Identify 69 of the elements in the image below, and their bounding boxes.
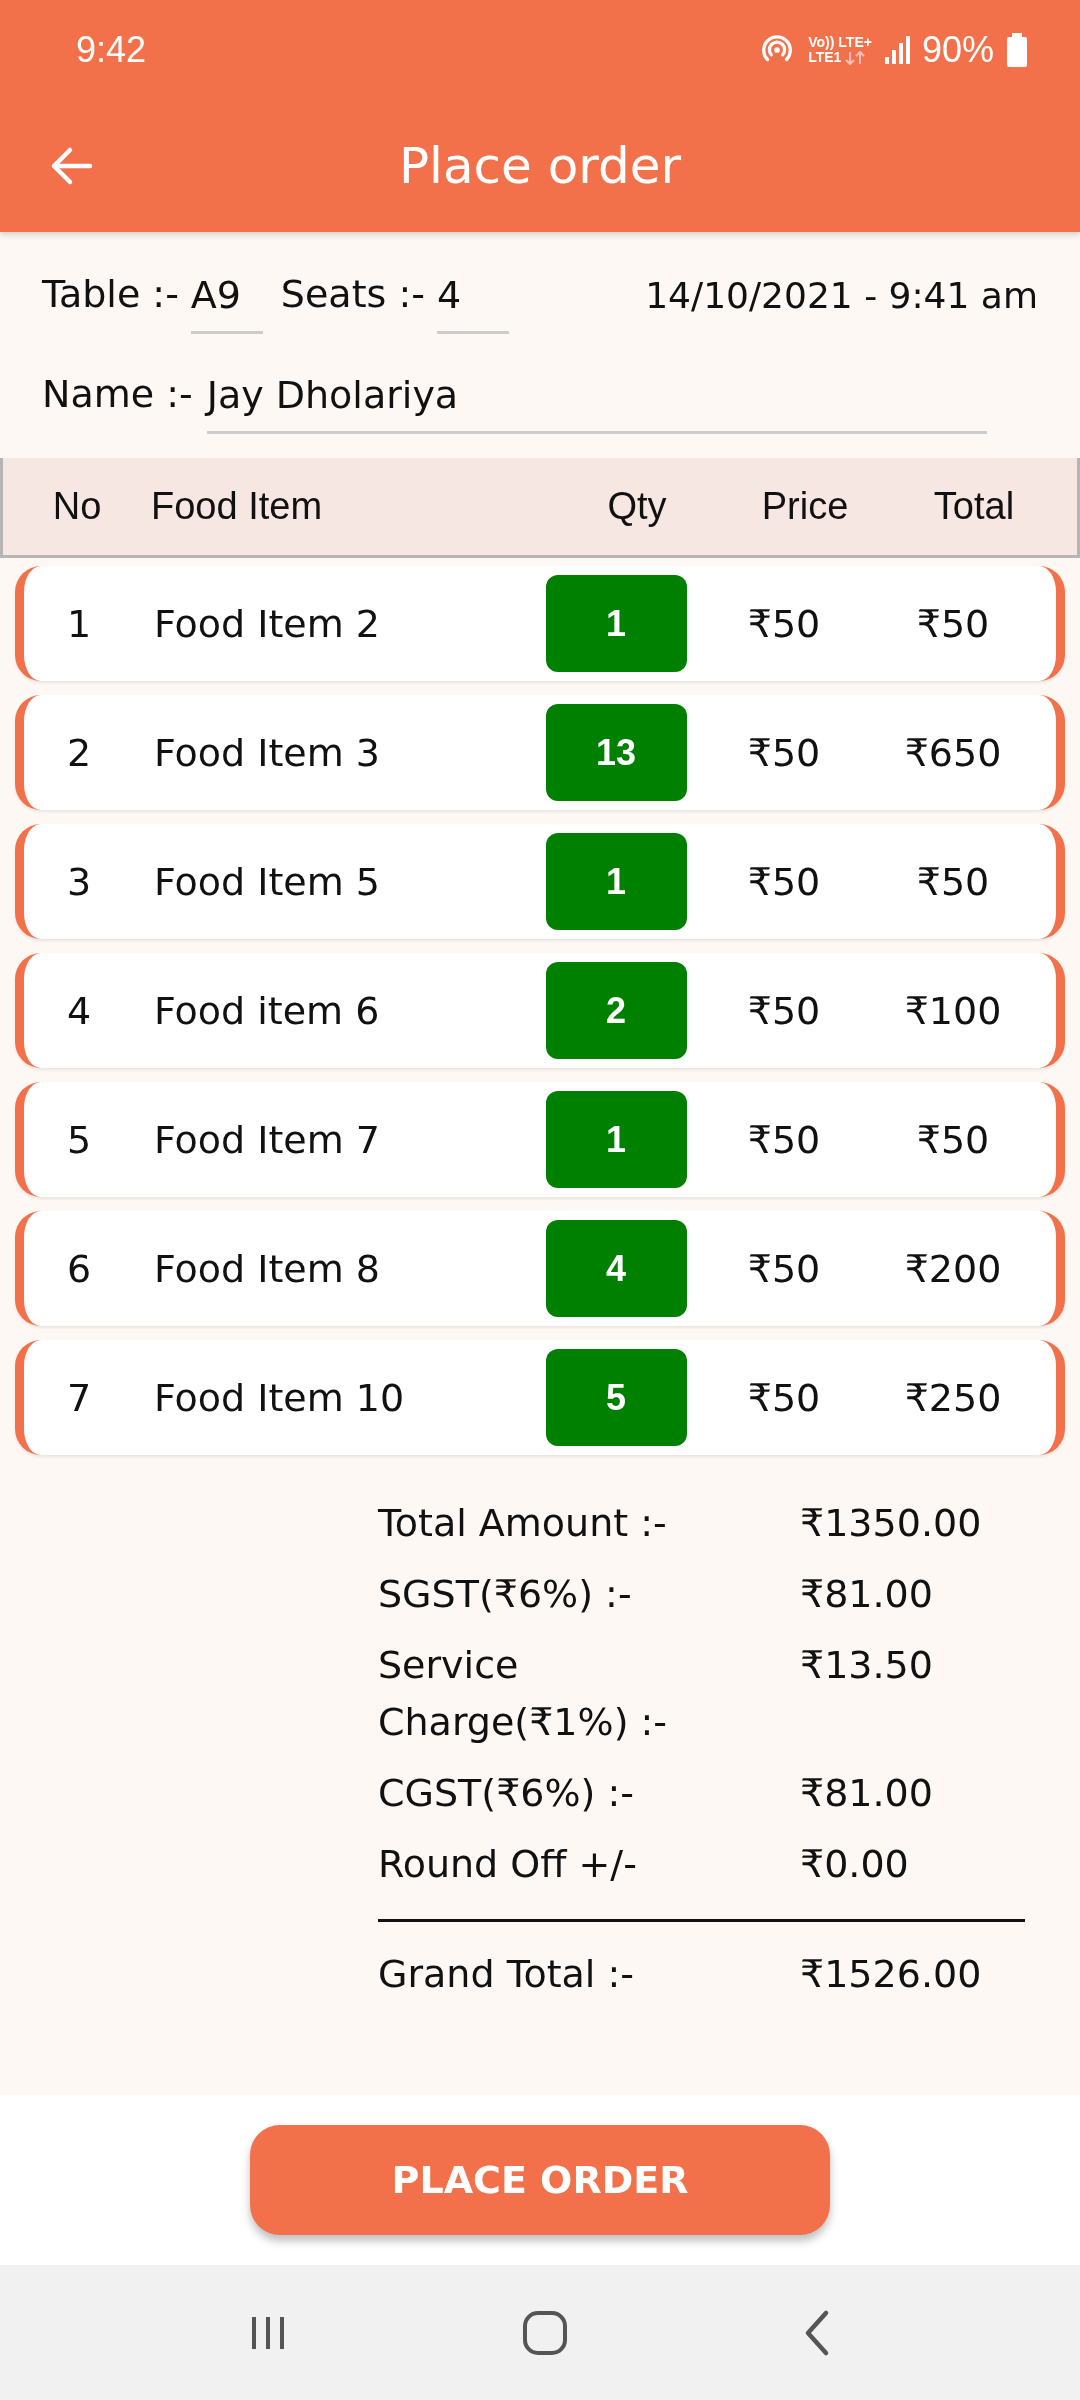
item-price: ₹50: [746, 601, 822, 646]
battery-icon: [1006, 33, 1028, 67]
quantity-badge: 5: [545, 1349, 687, 1446]
summary-value: ₹0.00: [800, 1841, 910, 1888]
quantity-badge: 1: [545, 833, 687, 930]
item-name: Food Item 10: [153, 1375, 406, 1420]
battery-percent: 90%: [921, 29, 994, 71]
item-total: ₹100: [903, 988, 1003, 1033]
item-name: Food item 6: [153, 988, 381, 1033]
quantity-badge: 4: [545, 1220, 687, 1317]
item-name: Food Item 7: [153, 1117, 381, 1162]
item-number: 1: [65, 601, 93, 646]
summary-label: SGST(₹6%) :-: [378, 1571, 633, 1618]
summary-label: CGST(₹6%) :-: [378, 1770, 636, 1817]
item-number: 2: [65, 730, 93, 775]
item-price: ₹50: [746, 1117, 822, 1162]
item-name: Food Item 5: [153, 859, 381, 904]
item-price: ₹50: [746, 859, 822, 904]
home-icon[interactable]: [521, 2308, 569, 2357]
column-header: No: [51, 485, 103, 528]
item-price: ₹50: [746, 988, 822, 1033]
item-number: 4: [65, 988, 93, 1033]
quantity-badge: 2: [545, 962, 687, 1059]
column-header: Price: [760, 485, 850, 528]
lte-label: LTE+: [838, 35, 872, 50]
column-header: Qty: [606, 485, 668, 528]
table-field[interactable]: A9: [190, 273, 263, 334]
item-name: Food Item 2: [153, 601, 381, 646]
item-total: ₹650: [903, 730, 1003, 775]
volte-label: Vo)): [808, 35, 835, 50]
table-label: Table :-: [42, 272, 179, 318]
signal-icon: [883, 35, 910, 65]
quantity-badge: 1: [545, 575, 687, 672]
item-total: ₹250: [903, 1375, 1003, 1420]
summary-label: Round Off +/-: [378, 1841, 638, 1888]
seats-label: Seats :-: [280, 272, 425, 318]
item-number: 7: [65, 1375, 93, 1420]
order-datetime: 14/10/2021 - 9:41 am: [645, 275, 1038, 318]
lte-label: LTE1: [808, 50, 842, 65]
item-price: ₹50: [746, 730, 822, 775]
item-price: ₹50: [746, 1246, 822, 1291]
item-number: 3: [65, 859, 93, 904]
summary-value: ₹81.00: [800, 1571, 934, 1618]
item-number: 5: [65, 1117, 93, 1162]
summary-value: ₹13.50: [800, 1642, 934, 1689]
data-arrows-icon: [845, 50, 866, 65]
column-header: Food Item: [150, 485, 324, 528]
summary-value: ₹1350.00: [800, 1500, 983, 1547]
item-total: ₹50: [915, 1117, 991, 1162]
item-total: ₹50: [915, 601, 991, 646]
column-header: Total: [932, 485, 1016, 528]
item-total: ₹200: [903, 1246, 1003, 1291]
screen-title: Place order: [397, 137, 683, 195]
grand-total-label: Grand Total :-: [378, 1951, 635, 1998]
seats-field[interactable]: 4: [436, 273, 509, 334]
item-name: Food Item 3: [153, 730, 381, 775]
quantity-badge: 13: [545, 704, 687, 801]
item-total: ₹50: [915, 859, 991, 904]
item-name: Food Item 8: [153, 1246, 381, 1291]
summary-label: Service Charge(₹1%) :-: [378, 1642, 669, 1746]
status-time: 9:42: [76, 29, 147, 71]
item-number: 6: [65, 1246, 93, 1291]
summary-label: Total Amount :-: [378, 1500, 668, 1547]
name-label: Name :-: [42, 372, 193, 418]
grand-total-value: ₹1526.00: [800, 1951, 983, 1998]
summary-value: ₹81.00: [800, 1770, 934, 1817]
name-field[interactable]: Jay Dholariya: [206, 373, 987, 434]
quantity-badge: 1: [545, 1091, 687, 1188]
item-price: ₹50: [746, 1375, 822, 1420]
